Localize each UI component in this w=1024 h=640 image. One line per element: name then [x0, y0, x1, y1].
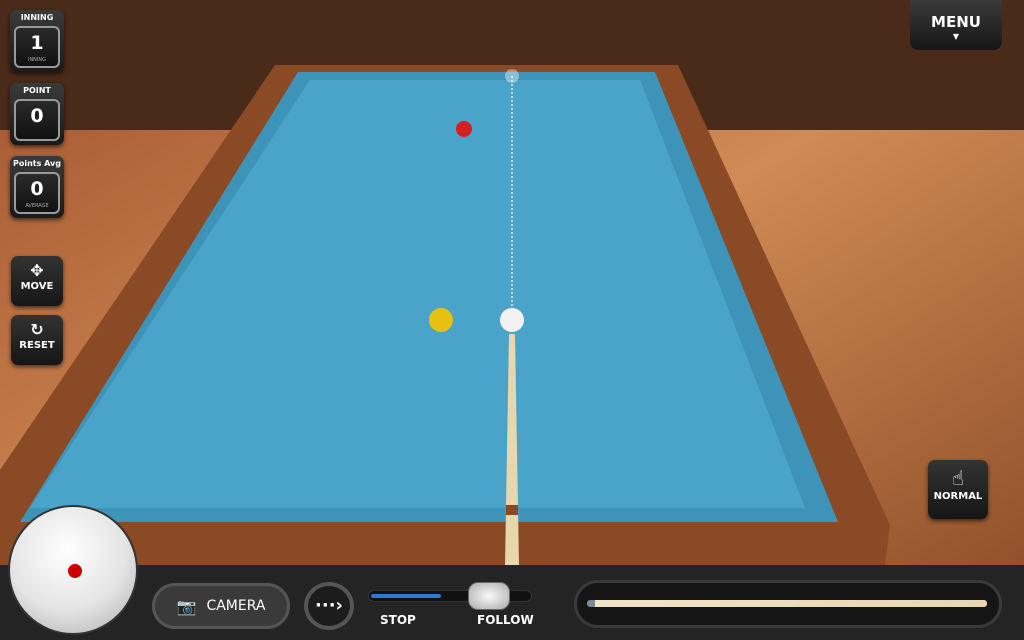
- power-bar[interactable]: [574, 580, 1002, 628]
- point-value: 0: [30, 105, 44, 127]
- inning-label: INNING: [20, 13, 54, 22]
- move-label: MOVE: [20, 281, 54, 292]
- menu-label: MENU: [931, 13, 981, 31]
- caret-down-icon: ▼: [952, 32, 960, 41]
- red-ball: [456, 121, 472, 137]
- menu-button[interactable]: MENU ▼: [910, 0, 1002, 50]
- dotted-arrow-icon: ···›: [315, 595, 343, 616]
- move-button[interactable]: ✥ MOVE: [11, 256, 63, 306]
- slider-fill: [371, 594, 442, 598]
- average-panel: Points Avg 0 AVERAGE: [10, 156, 64, 218]
- average-sublabel: AVERAGE: [25, 203, 49, 209]
- tap-hand-icon: ☝: [951, 466, 965, 490]
- camera-label: CAMERA: [206, 598, 266, 614]
- power-cue-stick[interactable]: [587, 600, 987, 607]
- average-label: Points Avg: [12, 159, 61, 168]
- shot-mode-button[interactable]: ☝ NORMAL: [928, 460, 988, 519]
- stop-label: STOP: [380, 613, 416, 627]
- stop-follow-slider[interactable]: [368, 582, 532, 610]
- spin-target-dot[interactable]: [68, 564, 82, 578]
- point-label: POINT: [23, 86, 51, 95]
- point-panel: POINT 0: [10, 83, 64, 145]
- slider-thumb[interactable]: [468, 582, 511, 610]
- white-cue-ball: [500, 308, 524, 332]
- average-value: 0: [30, 178, 44, 200]
- inning-panel: INNING 1 INNING: [10, 10, 64, 72]
- cue-stick-band: [506, 505, 518, 515]
- rotate-icon: ↻: [30, 320, 44, 339]
- next-button[interactable]: ···›: [304, 582, 354, 630]
- aim-ghost-ball: [505, 69, 519, 83]
- pool-table-scene[interactable]: [0, 0, 1024, 640]
- shot-mode-label: NORMAL: [933, 491, 983, 502]
- camera-button[interactable]: 📷 CAMERA: [152, 583, 290, 629]
- reset-label: RESET: [19, 340, 55, 351]
- move-arrows-icon: ✥: [30, 261, 44, 280]
- camera-icon: 📷: [176, 596, 197, 616]
- yellow-ball: [429, 308, 453, 332]
- cue-ball-spin-selector[interactable]: [8, 505, 138, 635]
- follow-label: FOLLOW: [477, 613, 534, 627]
- inning-sublabel: INNING: [27, 57, 47, 63]
- inning-value: 1: [30, 32, 44, 54]
- reset-button[interactable]: ↻ RESET: [11, 315, 63, 365]
